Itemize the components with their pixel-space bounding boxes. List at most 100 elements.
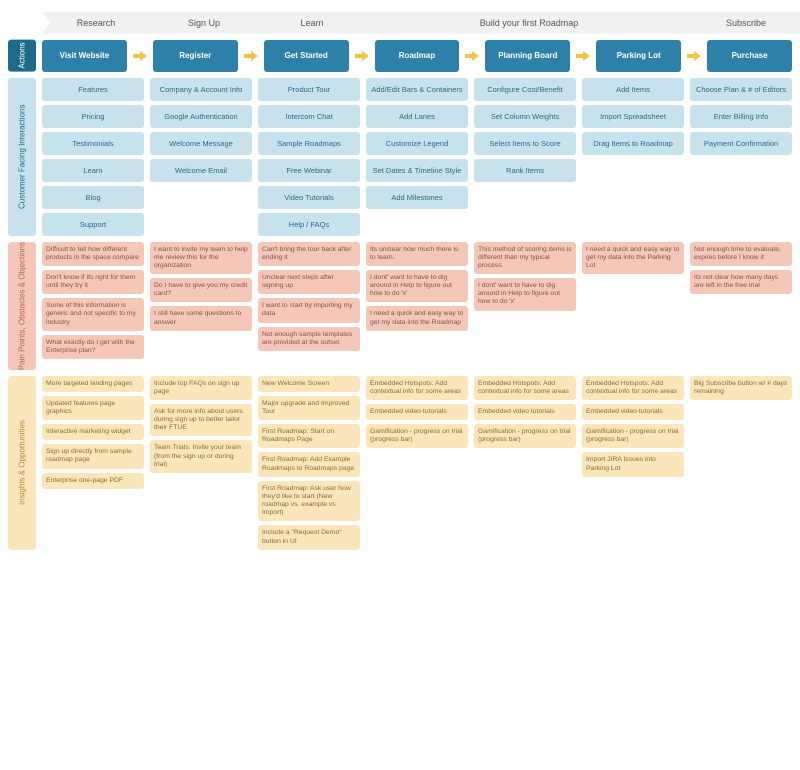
insight-item: First Roadmap: Add Example Roadmaps to R…	[258, 452, 360, 476]
insight-item: Embedded video tutorials	[582, 404, 684, 420]
phase-chevron: Build your first Roadmap	[366, 12, 692, 34]
lane-insight: Insights & Opportunities More targeted l…	[8, 376, 792, 550]
phase-chevron: Research	[42, 12, 150, 34]
customer-interaction: Sample Roadmaps	[258, 132, 360, 155]
customer-interaction: Enter Billing Info	[690, 105, 792, 128]
customer-interaction: Support	[42, 213, 144, 236]
pain-point: Do I have to give you my credit card?	[150, 278, 252, 302]
customer-interaction: Welcome Message	[150, 132, 252, 155]
pain-point: I dont' want to have to dig around in He…	[474, 278, 576, 310]
pain-point: I want to start by importing my data	[258, 298, 360, 322]
insight-item: New Welcome Screen	[258, 376, 360, 392]
insight-item: Embedded video tutorials	[366, 404, 468, 420]
insight-item: Gamification - progress on trial (progre…	[582, 424, 684, 448]
customer-interaction: Add Lanes	[366, 105, 468, 128]
customer-interaction: Testimonials	[42, 132, 144, 155]
customer-interaction: Import Spreadsheet	[582, 105, 684, 128]
customer-interaction: Payment Confirmation	[690, 132, 792, 155]
insight-track: More targeted landing pages Updated featu…	[42, 376, 792, 550]
customer-interaction: Help / FAQs	[258, 213, 360, 236]
phase-chevron: Learn	[258, 12, 366, 34]
lane-label-pain: Pain Points, Obstacles & Objections	[8, 242, 36, 370]
lane-pain: Pain Points, Obstacles & Objections Diff…	[8, 242, 792, 370]
insight-item: More targeted landing pages	[42, 376, 144, 392]
pain-point: Can't bring the tour back after ending i…	[258, 242, 360, 266]
insight-item: Enterprise one-page PDF	[42, 473, 144, 489]
customer-interaction: Add Items	[582, 78, 684, 101]
insight-item: Updated features page graphics	[42, 396, 144, 420]
action-step: Roadmap	[375, 40, 460, 72]
action-step: Planning Board	[485, 40, 570, 72]
customer-interaction: Free Webinar	[258, 159, 360, 182]
insight-item: Major upgrade and Improved Tour	[258, 396, 360, 420]
insight-item: Gamification - progress on trial (progre…	[474, 424, 576, 448]
insight-item: Include a "Request Demo" button in UI	[258, 525, 360, 549]
action-step: Register	[153, 40, 238, 72]
insight-item: Ask for more info about users during sig…	[150, 404, 252, 436]
pain-point: I need a quick and easy way to get my da…	[582, 242, 684, 274]
customer-interaction: Customize Legend	[366, 132, 468, 155]
arrow-icon	[576, 50, 590, 62]
insight-item: Embedded video tutorials	[474, 404, 576, 420]
customer-interaction: Pricing	[42, 105, 144, 128]
pain-point: Its unclear how much there is to learn.	[366, 242, 468, 266]
insight-item: Interactive marketing widget	[42, 424, 144, 440]
action-step: Purchase	[707, 40, 792, 72]
customer-interaction: Video Tutorials	[258, 186, 360, 209]
action-step: Parking Lot	[596, 40, 681, 72]
customer-interaction: Intercom Chat	[258, 105, 360, 128]
action-step: Get Started	[264, 40, 349, 72]
customer-interaction: Company & Account Info	[150, 78, 252, 101]
insight-item: Team Trials: Invite your team (from the …	[150, 440, 252, 472]
phase-chevron: Sign Up	[150, 12, 258, 34]
insight-item: Embedded Hotspots: Add contextual info f…	[582, 376, 684, 400]
customer-interaction: Choose Plan & # of Editors	[690, 78, 792, 101]
customer-interaction: Google Authentication	[150, 105, 252, 128]
insight-item: Include top FAQs on sign up page	[150, 376, 252, 400]
customer-interaction: Welcome Email	[150, 159, 252, 182]
action-step: Visit Website	[42, 40, 127, 72]
insight-item: Embedded Hotspots: Add contextual info f…	[366, 376, 468, 400]
customer-interaction: Rank Items	[474, 159, 576, 182]
pain-point: Some of this information is generic and …	[42, 298, 144, 330]
pain-point: Unclear next steps after signing up	[258, 270, 360, 294]
customer-track: Features Pricing Testimonials Learn Blog Supp…	[42, 78, 792, 236]
customer-interaction: Drag Items to Roadmap	[582, 132, 684, 155]
insight-item: Sign up directly from sample roadmap pag…	[42, 444, 144, 468]
insight-item: Gamification - progress on trial (progre…	[366, 424, 468, 448]
arrow-icon	[687, 50, 701, 62]
pain-track: Difficult to tell how different products…	[42, 242, 792, 370]
pain-point: Its not clear how many days are left in …	[690, 270, 792, 294]
insight-item: Big Subscribe button w/ # days remaining	[690, 376, 792, 400]
arrow-icon	[355, 50, 369, 62]
pain-point: I want to invite my team to help me revi…	[150, 242, 252, 274]
customer-interaction: Add Milestones	[366, 186, 468, 209]
lane-label-customer: Customer Facing Interactions	[8, 78, 36, 236]
phase-chevron: Subscribe	[692, 12, 800, 34]
lane-customer: Customer Facing Interactions Features Pri…	[8, 78, 792, 236]
pain-point: This method of scoring items is differen…	[474, 242, 576, 274]
customer-interaction: Set Dates & Timeline Style	[366, 159, 468, 182]
arrow-icon	[465, 50, 479, 62]
lane-label-insight: Insights & Opportunities	[8, 376, 36, 550]
customer-interaction: Learn	[42, 159, 144, 182]
lane-actions: Actions Visit Website Register Get Started…	[8, 40, 792, 72]
customer-interaction: Add/Edit Bars & Containers	[366, 78, 468, 101]
pain-point: I dont' want to have to dig around in He…	[366, 270, 468, 302]
customer-interaction: Set Column Weights	[474, 105, 576, 128]
insight-item: First Roadmap: Ask user how they'd like …	[258, 481, 360, 522]
customer-interaction: Blog	[42, 186, 144, 209]
insight-item: Embedded Hotspots: Add contextual info f…	[474, 376, 576, 400]
insight-item: Import JIRA Issues into Parking Lot	[582, 452, 684, 476]
customer-interaction: Select Items to Score	[474, 132, 576, 155]
customer-interaction: Features	[42, 78, 144, 101]
pain-point: I need a quick and easy way to get my da…	[366, 306, 468, 330]
pain-point: Don't know if its right for them until t…	[42, 270, 144, 294]
pain-point: I still have some questions to answer	[150, 306, 252, 330]
customer-interaction: Configure Cost/Benefit	[474, 78, 576, 101]
lane-label-actions: Actions	[8, 40, 36, 72]
pain-point: Not enough sample templates are provided…	[258, 327, 360, 351]
insight-item: First Roadmap: Start on Roadmaps Page	[258, 424, 360, 448]
arrow-icon	[133, 50, 147, 62]
arrow-icon	[244, 50, 258, 62]
